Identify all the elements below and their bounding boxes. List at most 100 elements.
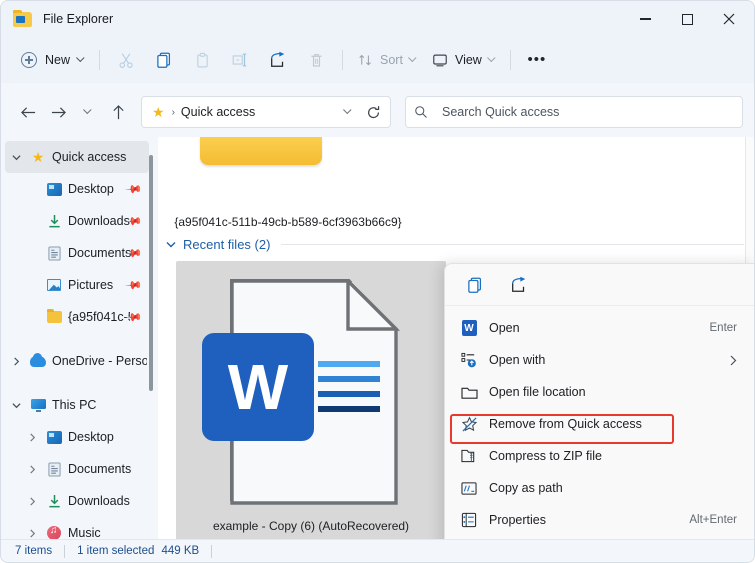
- sidebar-item-guid-folder[interactable]: {a95f041c-51 📌: [5, 301, 149, 333]
- folder-icon: [43, 309, 65, 323]
- pictures-icon: [43, 279, 65, 291]
- navigation-bar: ★ › Quick access Search Quick access: [1, 87, 754, 137]
- folder-item-label: {a95f041c-511b-49cb-b589-6cf3963b66c9}: [174, 215, 402, 229]
- cut-button[interactable]: [107, 44, 145, 76]
- file-name-label: example - Copy (6) (AutoRecovered): [212, 519, 410, 533]
- word-badge-icon: W: [202, 333, 314, 441]
- minimize-button[interactable]: [624, 1, 666, 37]
- address-dropdown-button[interactable]: [336, 105, 360, 115]
- context-item-properties[interactable]: Properties Alt+Enter: [449, 504, 751, 536]
- sort-button[interactable]: Sort: [350, 44, 424, 76]
- status-item-count: 7 items: [15, 545, 53, 557]
- sidebar-item-pictures[interactable]: Pictures 📌: [5, 269, 149, 301]
- context-item-label: Open file location: [489, 385, 586, 399]
- search-box[interactable]: Search Quick access: [405, 96, 743, 128]
- chevron-right-icon[interactable]: [21, 432, 43, 442]
- sidebar-label: Documents: [68, 462, 132, 476]
- sidebar-label: Pictures: [68, 278, 114, 292]
- back-button[interactable]: [13, 97, 43, 127]
- recent-locations-button[interactable]: [73, 97, 103, 127]
- toolbar-divider-3: [509, 50, 511, 70]
- rename-button[interactable]: [221, 44, 259, 76]
- arrow-right-icon: [51, 106, 66, 118]
- sidebar-item-documents[interactable]: Documents 📌: [5, 237, 149, 269]
- sidebar-item-onedrive[interactable]: OneDrive - Perso: [5, 345, 149, 377]
- chevron-right-icon: [730, 355, 737, 366]
- title-bar: File Explorer: [1, 1, 754, 37]
- chevron-right-icon[interactable]: [21, 464, 43, 474]
- status-divider: [64, 544, 66, 558]
- context-item-label: Compress to ZIP file: [489, 449, 603, 463]
- close-button[interactable]: [708, 1, 750, 37]
- copy-button[interactable]: [459, 270, 491, 300]
- sidebar-item-desktop[interactable]: Desktop 📌: [5, 173, 149, 205]
- arrow-up-icon: [112, 104, 124, 119]
- music-icon: [43, 525, 65, 540]
- paste-button[interactable]: [183, 44, 221, 76]
- file-explorer-window: File Explorer New Sort View ••• ★ › Quic…: [0, 0, 755, 563]
- view-button[interactable]: View: [424, 44, 503, 76]
- share-button[interactable]: [503, 270, 535, 300]
- sidebar-item-pc-downloads[interactable]: Downloads: [5, 485, 149, 517]
- file-item-selected[interactable]: W example - Copy (6) (AutoRecovered): [176, 261, 446, 541]
- sidebar-item-quick-access[interactable]: ★ Quick access: [5, 141, 149, 173]
- maximize-button[interactable]: [666, 1, 708, 37]
- sidebar-item-pc-desktop[interactable]: Desktop: [5, 421, 149, 453]
- status-divider-2: [211, 544, 213, 558]
- address-bar[interactable]: ★ › Quick access: [141, 96, 391, 128]
- context-item-label: Open: [489, 321, 520, 335]
- plus-icon: [21, 52, 37, 68]
- pc-icon: [27, 398, 49, 412]
- chevron-down-icon[interactable]: [166, 241, 176, 248]
- context-item-open-file-location[interactable]: Open file location: [449, 376, 751, 408]
- scissors-icon: [119, 52, 133, 68]
- context-item-open[interactable]: W Open Enter: [449, 312, 751, 344]
- paste-icon: [196, 52, 208, 67]
- context-item-remove-from-quick-access[interactable]: Remove from Quick access: [449, 408, 751, 440]
- status-bar: 7 items 1 item selected 449 KB: [1, 539, 754, 562]
- sidebar-item-this-pc[interactable]: This PC: [5, 389, 149, 421]
- refresh-button[interactable]: [360, 105, 386, 120]
- search-input-placeholder[interactable]: Search Quick access: [442, 105, 559, 119]
- window-folder-icon: [13, 10, 33, 28]
- sidebar-label: {a95f041c-51: [68, 310, 130, 324]
- sidebar-item-pc-music[interactable]: Music: [5, 517, 149, 541]
- sidebar-label: Desktop: [68, 430, 114, 444]
- more-options-button[interactable]: •••: [518, 44, 556, 76]
- desktop-icon: [43, 430, 65, 444]
- chevron-down-icon: [408, 53, 417, 63]
- context-item-copy-as-path[interactable]: Copy as path: [449, 472, 751, 504]
- copy-icon: [468, 277, 482, 293]
- chevron-right-icon[interactable]: [21, 528, 43, 538]
- context-item-compress-to-zip[interactable]: Compress to ZIP file: [449, 440, 751, 472]
- delete-button[interactable]: [297, 44, 335, 76]
- up-button[interactable]: [103, 97, 133, 127]
- toolbar-divider-2: [342, 50, 344, 70]
- downloads-icon: [43, 214, 65, 229]
- forward-button[interactable]: [43, 97, 73, 127]
- refresh-icon: [367, 105, 379, 118]
- context-item-open-with[interactable]: Open with: [449, 344, 751, 376]
- breadcrumb-path: Quick access: [180, 105, 256, 119]
- word-icon: W: [457, 320, 481, 336]
- group-header-recent-files[interactable]: Recent files (2): [166, 237, 744, 252]
- chevron-right-icon[interactable]: [21, 496, 43, 506]
- window-title: File Explorer: [43, 12, 114, 26]
- copy-button[interactable]: [145, 44, 183, 76]
- downloads-icon: [43, 494, 65, 509]
- new-button[interactable]: New: [15, 44, 92, 76]
- share-button[interactable]: [259, 44, 297, 76]
- sidebar-scrollbar[interactable]: [149, 155, 153, 391]
- chevron-right-icon[interactable]: [5, 356, 27, 366]
- status-selection: 1 item selected: [77, 545, 155, 557]
- sidebar-item-downloads[interactable]: Downloads 📌: [5, 205, 149, 237]
- chevron-down-icon[interactable]: [5, 154, 27, 161]
- search-icon: [415, 106, 427, 118]
- toolbar-divider: [99, 50, 101, 70]
- sidebar-item-pc-documents[interactable]: Documents: [5, 453, 149, 485]
- chevron-down-icon[interactable]: [5, 402, 27, 409]
- folder-thumbnail[interactable]: [200, 137, 322, 165]
- status-size: 449 KB: [161, 545, 200, 557]
- arrow-left-icon: [20, 106, 35, 118]
- share-icon: [271, 51, 285, 67]
